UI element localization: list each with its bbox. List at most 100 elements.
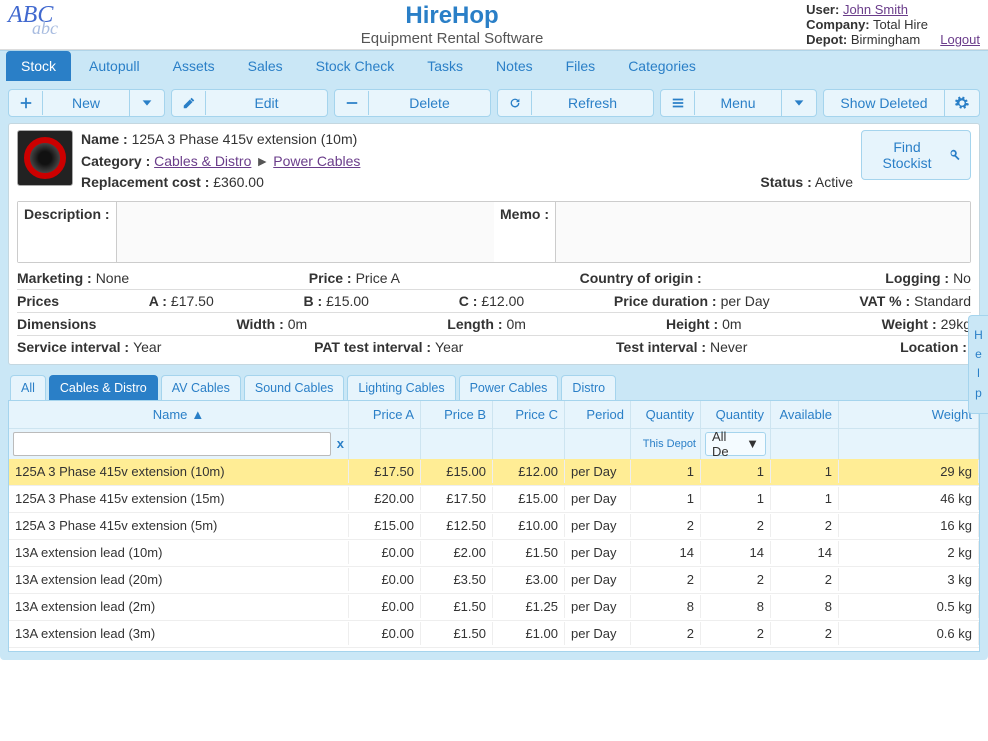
sub-tab-av-cables[interactable]: AV Cables bbox=[161, 375, 241, 400]
delete-button-label: Delete bbox=[369, 90, 490, 116]
col-price-a[interactable]: Price A bbox=[349, 401, 421, 428]
name-filter-input[interactable] bbox=[13, 432, 331, 456]
menu-button[interactable]: Menu bbox=[660, 89, 817, 117]
col-available[interactable]: Available bbox=[771, 401, 839, 428]
col-weight[interactable]: Weight bbox=[839, 401, 979, 428]
col-name[interactable]: Name ▲ bbox=[9, 401, 349, 428]
company-value: Total Hire bbox=[873, 17, 928, 32]
app-subtitle: Equipment Rental Software bbox=[98, 30, 806, 47]
sub-tab-lighting-cables[interactable]: Lighting Cables bbox=[347, 375, 455, 400]
user-link[interactable]: John Smith bbox=[843, 2, 908, 17]
category-link-2[interactable]: Power Cables bbox=[273, 153, 360, 169]
test-interval-label: Test interval : bbox=[616, 339, 706, 355]
refresh-button[interactable]: Refresh bbox=[497, 89, 654, 117]
new-button-label: New bbox=[43, 90, 130, 116]
main-tab-strip: StockAutopullAssetsSalesStock CheckTasks… bbox=[0, 50, 988, 81]
table-row[interactable]: 125A 3 Phase 415v extension (5m)£15.00£1… bbox=[9, 513, 979, 540]
pat-interval-value: Year bbox=[435, 339, 463, 355]
find-stockist-line2: Stockist bbox=[874, 155, 940, 171]
table-row[interactable]: 125A 3 Phase 415v extension (15m)£20.00£… bbox=[9, 486, 979, 513]
user-info: User: John Smith Company: Total Hire Dep… bbox=[806, 2, 980, 47]
service-interval-label: Service interval : bbox=[17, 339, 129, 355]
caret-down-icon: ▼ bbox=[746, 436, 759, 451]
length-label: Length : bbox=[447, 316, 502, 332]
main-tab-assets[interactable]: Assets bbox=[158, 51, 230, 81]
help-tab[interactable]: Help bbox=[968, 315, 988, 414]
find-stockist-button[interactable]: Find Stockist bbox=[861, 130, 971, 180]
show-deleted-button[interactable]: Show Deleted bbox=[823, 89, 980, 117]
find-stockist-line1: Find bbox=[874, 139, 940, 155]
depot-select[interactable]: All De▼ bbox=[705, 432, 766, 456]
clear-filter-button[interactable]: x bbox=[337, 436, 344, 451]
search-icon bbox=[948, 148, 962, 162]
refresh-icon bbox=[498, 91, 532, 115]
sub-tab-cables-distro[interactable]: Cables & Distro bbox=[49, 375, 158, 400]
grid-header: Name ▲ Price A Price B Price C Period Qu… bbox=[9, 401, 979, 428]
plus-icon bbox=[9, 91, 43, 115]
depot-label: Depot: bbox=[806, 32, 847, 47]
caret-down-icon[interactable] bbox=[130, 91, 164, 115]
gear-icon[interactable] bbox=[945, 91, 979, 115]
table-row[interactable]: 13A extension lead (10m)£0.00£2.00£1.50p… bbox=[9, 540, 979, 567]
description-label: Description : bbox=[18, 202, 116, 262]
location-label: Location : bbox=[900, 339, 967, 355]
refresh-button-label: Refresh bbox=[532, 90, 653, 116]
memo-box[interactable] bbox=[555, 202, 970, 262]
menu-button-label: Menu bbox=[695, 90, 782, 116]
table-row[interactable]: 13A extension lead (2m)£0.00£1.50£1.25pe… bbox=[9, 594, 979, 621]
stock-grid: Name ▲ Price A Price B Price C Period Qu… bbox=[8, 401, 980, 652]
description-box[interactable] bbox=[116, 202, 494, 262]
weight-value: 29kg bbox=[941, 316, 971, 332]
sub-tab-all[interactable]: All bbox=[10, 375, 46, 400]
price-duration-label: Price duration : bbox=[614, 293, 717, 309]
sub-tab-sound-cables[interactable]: Sound Cables bbox=[244, 375, 345, 400]
col-qty-all[interactable]: Quantity bbox=[701, 401, 771, 428]
price-duration-value: per Day bbox=[721, 293, 770, 309]
table-row[interactable]: 13A extension lead (20m)£0.00£3.50£3.00p… bbox=[9, 567, 979, 594]
logout-link[interactable]: Logout bbox=[940, 32, 980, 47]
category-label: Category : bbox=[81, 153, 150, 169]
col-period[interactable]: Period bbox=[565, 401, 631, 428]
item-thumbnail[interactable] bbox=[17, 130, 73, 186]
table-row[interactable]: 125A 3 Phase 415v extension (10m)£17.50£… bbox=[9, 459, 979, 486]
main-tab-autopull[interactable]: Autopull bbox=[74, 51, 155, 81]
main-tab-tasks[interactable]: Tasks bbox=[412, 51, 478, 81]
main-tab-notes[interactable]: Notes bbox=[481, 51, 548, 81]
width-value: 0m bbox=[288, 316, 307, 332]
minus-icon bbox=[335, 91, 369, 115]
main-tab-sales[interactable]: Sales bbox=[233, 51, 298, 81]
col-qty-depot[interactable]: Quantity bbox=[631, 401, 701, 428]
main-tab-categories[interactable]: Categories bbox=[613, 51, 711, 81]
item-name: 125A 3 Phase 415v extension (10m) bbox=[132, 131, 358, 147]
price-value: Price A bbox=[356, 270, 400, 286]
vat-label: VAT % : bbox=[859, 293, 910, 309]
price-a-label: A : bbox=[149, 293, 167, 309]
col-price-c[interactable]: Price C bbox=[493, 401, 565, 428]
category-link-1[interactable]: Cables & Distro bbox=[154, 153, 251, 169]
logo-text-2: abc bbox=[32, 18, 58, 39]
new-button[interactable]: New bbox=[8, 89, 165, 117]
sub-tab-power-cables[interactable]: Power Cables bbox=[459, 375, 559, 400]
pencil-icon bbox=[172, 91, 206, 115]
main-tab-stock[interactable]: Stock bbox=[6, 51, 71, 81]
edit-button[interactable]: Edit bbox=[171, 89, 328, 117]
detail-panel: Name : 125A 3 Phase 415v extension (10m)… bbox=[8, 123, 980, 365]
main-tab-files[interactable]: Files bbox=[551, 51, 611, 81]
logging-value: No bbox=[953, 270, 971, 286]
price-b-label: B : bbox=[303, 293, 322, 309]
caret-down-icon[interactable] bbox=[782, 91, 816, 115]
grid-body[interactable]: 125A 3 Phase 415v extension (10m)£17.50£… bbox=[9, 459, 979, 651]
col-price-b[interactable]: Price B bbox=[421, 401, 493, 428]
memo-label: Memo : bbox=[494, 202, 555, 262]
table-row[interactable]: 13A extension lead (3m)£0.00£1.50£1.00pe… bbox=[9, 621, 979, 648]
price-c-label: C : bbox=[459, 293, 478, 309]
delete-button[interactable]: Delete bbox=[334, 89, 491, 117]
marketing-value: None bbox=[96, 270, 129, 286]
show-deleted-label: Show Deleted bbox=[824, 90, 945, 116]
sub-tab-distro[interactable]: Distro bbox=[561, 375, 616, 400]
length-value: 0m bbox=[507, 316, 526, 332]
status-label: Status : bbox=[760, 174, 811, 190]
edit-button-label: Edit bbox=[206, 90, 327, 116]
price-label: Price : bbox=[309, 270, 352, 286]
main-tab-stock-check[interactable]: Stock Check bbox=[301, 51, 410, 81]
